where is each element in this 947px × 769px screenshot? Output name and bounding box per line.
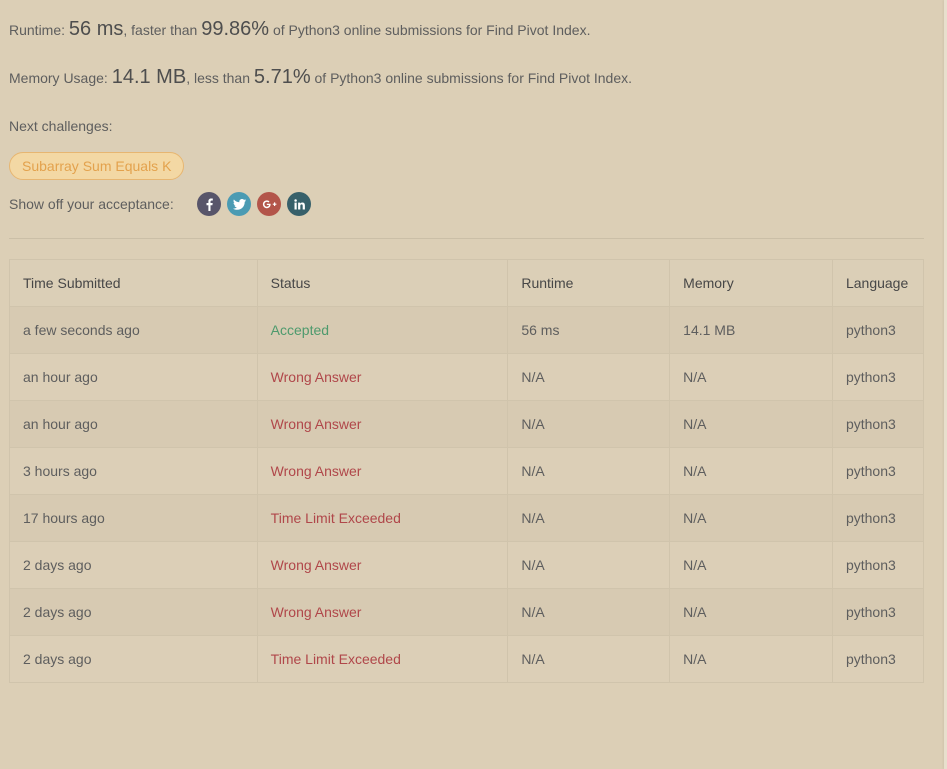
memory-label: Memory Usage: (9, 70, 108, 86)
next-challenge-tag[interactable]: Subarray Sum Equals K (9, 152, 185, 180)
runtime-cell: N/A (507, 353, 671, 401)
table-row: an hour ago Wrong Answer N/A N/A python3 (9, 400, 925, 448)
time-submitted-cell: a few seconds ago (9, 306, 258, 354)
section-divider (9, 238, 924, 239)
time-submitted-cell: an hour ago (9, 353, 258, 401)
status-link[interactable]: Wrong Answer (271, 463, 362, 479)
memory-stat: Memory Usage: 14.1 MB, less than 5.71% o… (9, 66, 632, 89)
status-cell: Time Limit Exceeded (256, 635, 509, 683)
status-cell: Accepted (256, 306, 509, 354)
runtime-cell: N/A (507, 588, 671, 636)
time-submitted-cell: an hour ago (9, 400, 258, 448)
submissions-table: Time Submitted Status Runtime Memory Lan… (9, 259, 925, 683)
memory-cell: N/A (669, 588, 833, 636)
header-memory[interactable]: Memory (669, 259, 833, 307)
status-cell: Wrong Answer (256, 447, 509, 495)
memory-suffix: of Python3 online submissions for Find P… (314, 70, 633, 86)
linkedin-icon[interactable] (287, 192, 311, 216)
memory-cell: N/A (669, 400, 833, 448)
runtime-cell: N/A (507, 400, 671, 448)
table-header-row: Time Submitted Status Runtime Memory Lan… (9, 259, 925, 307)
status-link[interactable]: Wrong Answer (271, 416, 362, 432)
table-row: an hour ago Wrong Answer N/A N/A python3 (9, 353, 925, 401)
share-label: Show off your acceptance: (9, 196, 174, 212)
language-cell: python3 (831, 494, 925, 542)
runtime-label: Runtime: (9, 22, 66, 38)
table-row: 3 hours ago Wrong Answer N/A N/A python3 (9, 447, 925, 495)
memory-cell: N/A (669, 541, 833, 589)
time-submitted-cell: 17 hours ago (9, 494, 258, 542)
language-cell: python3 (831, 306, 925, 354)
runtime-stat: Runtime: 56 ms, faster than 99.86% of Py… (9, 18, 590, 41)
status-link[interactable]: Accepted (271, 322, 329, 338)
header-status[interactable]: Status (256, 259, 509, 307)
header-language[interactable]: Language (831, 259, 925, 307)
language-cell: python3 (831, 635, 925, 683)
runtime-cell: N/A (507, 635, 671, 683)
table-row: a few seconds ago Accepted 56 ms 14.1 MB… (9, 306, 925, 354)
status-link[interactable]: Time Limit Exceeded (271, 651, 401, 667)
table-row: 2 days ago Wrong Answer N/A N/A python3 (9, 588, 925, 636)
status-cell: Wrong Answer (256, 541, 509, 589)
memory-percent: 5.71% (253, 66, 311, 88)
language-cell: python3 (831, 588, 925, 636)
time-submitted-cell: 2 days ago (9, 635, 258, 683)
language-cell: python3 (831, 541, 925, 589)
status-link[interactable]: Time Limit Exceeded (271, 510, 401, 526)
status-link[interactable]: Wrong Answer (271, 604, 362, 620)
time-submitted-cell: 3 hours ago (9, 447, 258, 495)
memory-cell: N/A (669, 635, 833, 683)
status-link[interactable]: Wrong Answer (271, 369, 362, 385)
runtime-cell: N/A (507, 541, 671, 589)
language-cell: python3 (831, 400, 925, 448)
header-runtime[interactable]: Runtime (507, 259, 671, 307)
table-row: 2 days ago Wrong Answer N/A N/A python3 (9, 541, 925, 589)
share-row: Show off your acceptance: (9, 192, 317, 216)
next-challenges-label: Next challenges: (9, 118, 113, 134)
language-cell: python3 (831, 447, 925, 495)
runtime-value: 56 ms (68, 18, 124, 40)
memory-cell: N/A (669, 447, 833, 495)
twitter-icon[interactable] (227, 192, 251, 216)
header-time-submitted[interactable]: Time Submitted (9, 259, 258, 307)
status-cell: Wrong Answer (256, 588, 509, 636)
runtime-suffix: of Python3 online submissions for Find P… (272, 22, 591, 38)
language-cell: python3 (831, 353, 925, 401)
memory-mid-text: , less than (186, 70, 251, 86)
runtime-cell: N/A (507, 494, 671, 542)
time-submitted-cell: 2 days ago (9, 588, 258, 636)
submission-result-page: Runtime: 56 ms, faster than 99.86% of Py… (0, 0, 947, 769)
google-plus-icon[interactable] (257, 192, 281, 216)
runtime-mid-text: , faster than (123, 22, 198, 38)
status-cell: Wrong Answer (256, 353, 509, 401)
table-row: 17 hours ago Time Limit Exceeded N/A N/A… (9, 494, 925, 542)
status-link[interactable]: Wrong Answer (271, 557, 362, 573)
memory-cell: N/A (669, 494, 833, 542)
memory-value: 14.1 MB (111, 66, 187, 88)
memory-cell: N/A (669, 353, 833, 401)
status-cell: Time Limit Exceeded (256, 494, 509, 542)
table-row: 2 days ago Time Limit Exceeded N/A N/A p… (9, 635, 925, 683)
runtime-percent: 99.86% (201, 18, 270, 40)
status-cell: Wrong Answer (256, 400, 509, 448)
facebook-icon[interactable] (197, 192, 221, 216)
memory-cell: 14.1 MB (669, 306, 833, 354)
time-submitted-cell: 2 days ago (9, 541, 258, 589)
runtime-cell: N/A (507, 447, 671, 495)
runtime-cell: 56 ms (507, 306, 671, 354)
